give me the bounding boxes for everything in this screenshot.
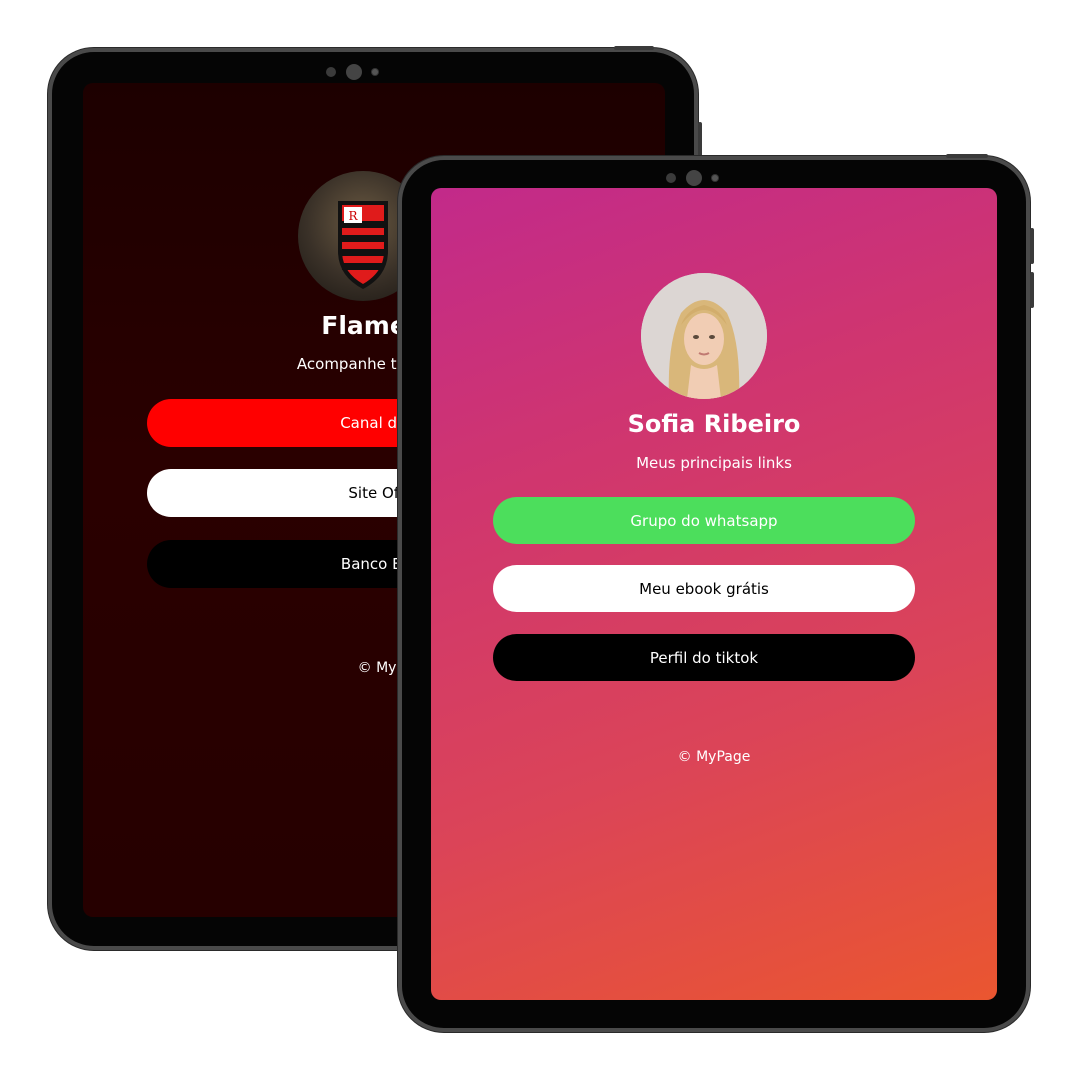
footer-credit[interactable]: © MyPage — [431, 749, 997, 765]
camera-bar — [326, 64, 378, 80]
page-title: Sofia Ribeiro — [627, 410, 801, 438]
sensor-icon — [666, 173, 676, 183]
link-button-tiktok[interactable]: Perfil do tiktok — [493, 634, 915, 681]
tablet-volume-up-button — [1030, 228, 1034, 264]
camera-icon — [346, 64, 362, 80]
tablet-front: Sofia Ribeiro Meus principais links Grup… — [398, 154, 1034, 1032]
flash-icon — [712, 175, 718, 181]
avatar — [641, 273, 767, 399]
tablet-volume-button — [698, 122, 702, 158]
link-button-whatsapp[interactable]: Grupo do whatsapp — [493, 497, 915, 544]
camera-bar — [666, 170, 718, 186]
tablet-volume-down-button — [1030, 272, 1034, 308]
camera-icon — [686, 170, 702, 186]
tablet-power-button — [614, 46, 654, 50]
link-button-ebook[interactable]: Meu ebook grátis — [493, 565, 915, 612]
screen-sofia: Sofia Ribeiro Meus principais links Grup… — [431, 188, 997, 1000]
profile-photo — [641, 273, 767, 399]
page-subtitle: Meus principais links — [636, 454, 792, 472]
tablet-power-button — [946, 154, 988, 158]
flash-icon — [372, 69, 378, 75]
sensor-icon — [326, 67, 336, 77]
svg-text:R: R — [348, 209, 358, 223]
